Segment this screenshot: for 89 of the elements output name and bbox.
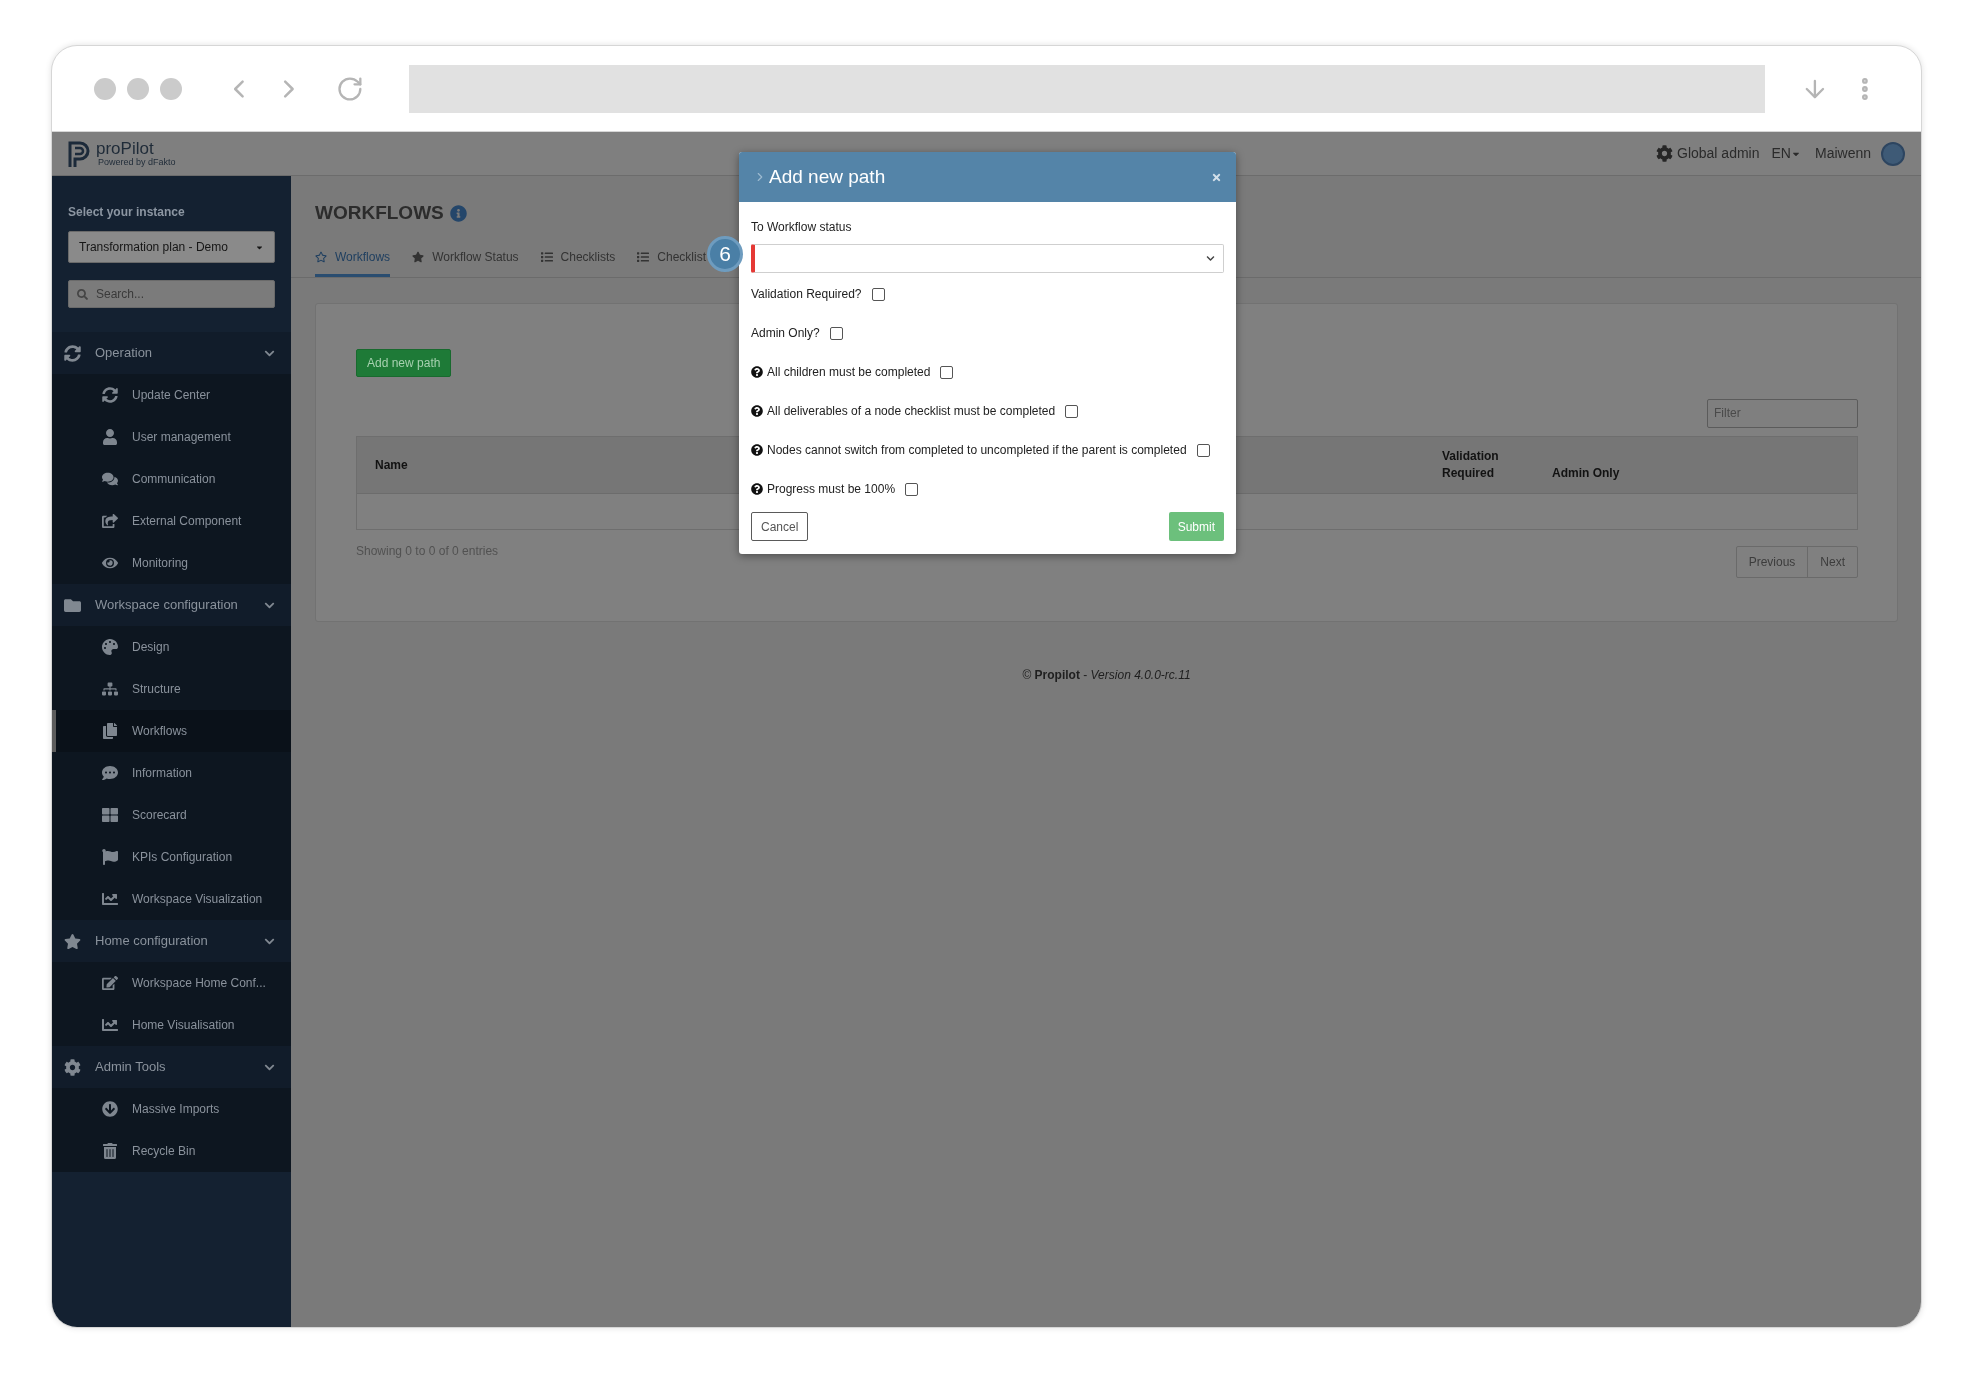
role-link[interactable]: Global admin — [1677, 143, 1760, 164]
logo-tagline: Powered by dFakto — [98, 158, 176, 167]
instance-select[interactable]: Transformation plan - Demo — [68, 231, 275, 263]
edit-icon — [102, 975, 118, 991]
status-select[interactable] — [751, 244, 1224, 273]
list-icon — [637, 250, 650, 263]
checkbox[interactable] — [940, 365, 954, 379]
refresh-icon — [102, 387, 118, 403]
modal-title: Add new path — [769, 164, 886, 189]
sidebar-group[interactable]: Workspace configuration — [52, 584, 291, 626]
speech-bubble-icon — [102, 765, 118, 781]
sidebar-item[interactable]: Structure — [52, 668, 291, 710]
gear-icon — [64, 1058, 81, 1076]
help-icon[interactable] — [751, 483, 763, 495]
speech-bubbles-icon — [102, 471, 118, 487]
star-icon — [412, 250, 425, 263]
checkbox[interactable] — [1065, 404, 1079, 418]
checkbox[interactable] — [829, 326, 843, 340]
sidebar-item[interactable]: Update Center — [52, 374, 291, 416]
tab[interactable]: Checklists — [540, 247, 616, 277]
checkbox[interactable] — [1196, 443, 1210, 457]
line-chart-icon — [102, 891, 118, 907]
gear-icon — [1656, 145, 1673, 162]
checkbox[interactable] — [905, 482, 919, 496]
avatar[interactable] — [1881, 141, 1905, 166]
option-label: Validation Required? — [751, 286, 862, 303]
sidebar-item[interactable]: Workspace Visualization — [52, 878, 291, 920]
hierarchy-icon — [102, 681, 118, 697]
page-title: WORKFLOWS — [315, 201, 444, 225]
sidebar-item[interactable]: Design — [52, 626, 291, 668]
language-menu[interactable]: EN — [1771, 143, 1801, 164]
column-header[interactable]: Validation Required — [1442, 447, 1552, 482]
logo-text: proPilot — [96, 140, 154, 157]
checkbox[interactable] — [871, 287, 885, 301]
search-field[interactable]: Search... — [68, 280, 275, 308]
next-button[interactable]: Next — [1808, 546, 1857, 577]
line-chart-icon — [102, 1017, 118, 1033]
trash-icon — [102, 1143, 118, 1159]
list-icon — [540, 250, 553, 263]
field-label: To Workflow status — [751, 219, 853, 236]
sidebar-group[interactable]: Home configuration — [52, 920, 291, 962]
tab[interactable]: Workflow Status — [412, 247, 519, 277]
address-bar[interactable] — [409, 64, 1766, 113]
sidebar-item[interactable]: Information — [52, 752, 291, 794]
star-icon — [64, 932, 81, 950]
palette-icon — [102, 639, 118, 655]
help-icon[interactable] — [751, 405, 763, 417]
search-icon — [77, 289, 88, 300]
sidebar-item[interactable]: Communication — [52, 458, 291, 500]
add-path-button[interactable]: Add new path — [356, 348, 452, 377]
sidebar-item[interactable]: Workflows — [52, 710, 291, 752]
help-icon[interactable] — [751, 366, 763, 378]
sidebar-group[interactable]: Operation — [52, 332, 291, 374]
download-icon — [102, 1101, 118, 1117]
copy-icon — [102, 723, 118, 739]
option-label: Nodes cannot switch from completed to uncompleted if the parent is completed — [767, 442, 1187, 459]
option-label: All deliverables of a node checklist must be completed — [767, 403, 1056, 420]
sidebar-group[interactable]: Admin Tools — [52, 1046, 291, 1088]
option-label: Progress must be 100% — [767, 481, 896, 498]
flag-icon — [102, 849, 118, 865]
sidebar-item[interactable]: Scorecard — [52, 794, 291, 836]
reload-icon[interactable] — [335, 74, 364, 103]
footer-text: © Propilot - Version 4.0.0-rc.11 — [1022, 666, 1191, 684]
sidebar-item[interactable]: KPIs Configuration — [52, 836, 291, 878]
chevron-icon — [1206, 254, 1215, 263]
star-icon — [315, 250, 327, 263]
sidebar-item[interactable]: Monitoring — [52, 542, 291, 584]
share-icon — [102, 513, 118, 529]
info-icon[interactable] — [449, 204, 467, 222]
sidebar-item[interactable]: Workspace Home Conf... — [52, 962, 291, 1004]
eye-icon — [102, 555, 118, 571]
user-name[interactable]: Maiwenn — [1814, 143, 1871, 164]
cancel-button[interactable]: Cancel — [751, 512, 809, 541]
sidebar-item[interactable]: Recycle Bin — [52, 1130, 291, 1172]
instance-label: Select your instance — [68, 204, 186, 221]
option-label: All children must be completed — [767, 364, 931, 381]
grid-icon — [102, 807, 118, 823]
help-icon[interactable] — [751, 444, 763, 456]
folder-icon — [64, 596, 81, 614]
refresh-icon — [64, 344, 81, 362]
close-icon[interactable] — [1211, 171, 1222, 183]
column-header[interactable]: Admin Only — [1552, 464, 1620, 482]
tab[interactable]: Checklist — [637, 247, 706, 277]
sidebar-item[interactable]: External Component — [52, 500, 291, 542]
option-label: Admin Only? — [751, 325, 820, 342]
user-icon — [102, 429, 118, 445]
sidebar-item[interactable]: Massive Imports — [52, 1088, 291, 1130]
sidebar-item[interactable]: Home Visualisation — [52, 1004, 291, 1046]
sidebar-item[interactable]: User management — [52, 416, 291, 458]
